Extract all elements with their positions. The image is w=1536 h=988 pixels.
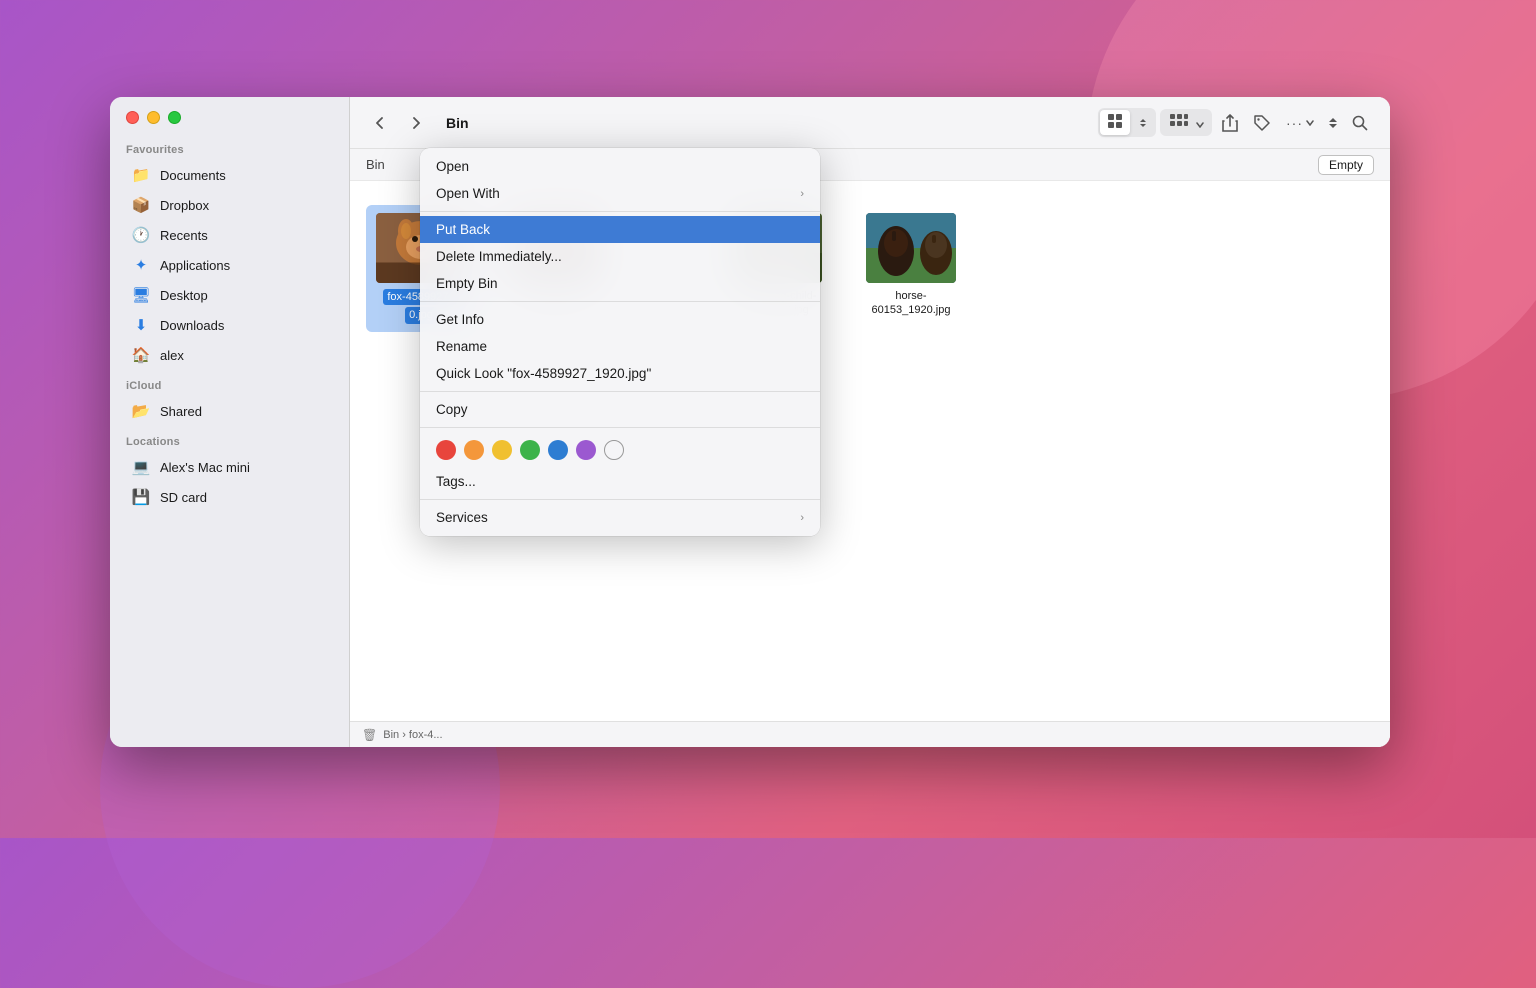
ctx-colors	[420, 432, 820, 468]
more-button[interactable]: ···	[1280, 109, 1320, 137]
sidebar-item-shared[interactable]: 📂 Shared	[116, 397, 343, 425]
desktop-icon: 🖥	[132, 286, 150, 304]
file-name: horse-60153_1920.jpg	[864, 289, 958, 318]
home-icon: 🏠	[132, 346, 150, 364]
window-title: Bin	[446, 115, 469, 131]
separator	[420, 301, 820, 302]
ctx-quick-look[interactable]: Quick Look "fox-4589927_1920.jpg"	[420, 360, 820, 387]
locations-header: Locations	[110, 426, 349, 452]
sidebar-item-dropbox[interactable]: 📦 Dropbox	[116, 191, 343, 219]
sidebar-item-sd-card[interactable]: 💾 SD card	[116, 483, 343, 511]
group-dropdown-button[interactable]	[1194, 112, 1206, 134]
color-yellow[interactable]	[492, 440, 512, 460]
computer-icon: 💻	[132, 458, 150, 476]
trash-icon: 🗑	[362, 728, 377, 742]
fullscreen-button[interactable]	[168, 111, 181, 124]
toolbar: Bin	[350, 97, 1390, 149]
search-button[interactable]	[1346, 109, 1374, 137]
sidebar-item-label: alex	[160, 348, 184, 363]
separator	[420, 391, 820, 392]
icloud-header: iCloud	[110, 370, 349, 396]
recents-icon: 🕐	[132, 226, 150, 244]
empty-button[interactable]: Empty	[1318, 155, 1374, 175]
forward-button[interactable]	[402, 109, 430, 137]
color-red[interactable]	[436, 440, 456, 460]
downloads-icon: ⬇	[132, 316, 150, 334]
close-button[interactable]	[126, 111, 139, 124]
ctx-tags[interactable]: Tags...	[420, 468, 820, 495]
chevron-right-icon: ›	[800, 512, 804, 524]
ctx-rename[interactable]: Rename	[420, 333, 820, 360]
dropbox-icon: 📦	[132, 196, 150, 214]
ctx-copy[interactable]: Copy	[420, 396, 820, 423]
ctx-delete-immediately[interactable]: Delete Immediately...	[420, 243, 820, 270]
sidebar-item-home[interactable]: 🏠 alex	[116, 341, 343, 369]
sidebar-item-label: Downloads	[160, 318, 224, 333]
toolbar-right: ···	[1098, 108, 1374, 137]
sidebar-item-desktop[interactable]: 🖥 Desktop	[116, 281, 343, 309]
ctx-open-with[interactable]: Open With ›	[420, 180, 820, 207]
view-toggle	[1098, 108, 1156, 137]
separator	[420, 211, 820, 212]
ctx-services[interactable]: Services ›	[420, 504, 820, 531]
applications-icon: ✦	[132, 256, 150, 274]
sidebar: Favourites 📁 Documents 📦 Dropbox 🕐 Recen…	[110, 97, 350, 747]
file-thumbnail-horse-field	[866, 213, 956, 283]
ctx-put-back[interactable]: Put Back	[420, 216, 820, 243]
sort-view-button[interactable]	[1132, 112, 1154, 134]
sidebar-item-label: Alex's Mac mini	[160, 460, 250, 475]
sidebar-item-downloads[interactable]: ⬇ Downloads	[116, 311, 343, 339]
color-blue[interactable]	[548, 440, 568, 460]
status-bar: 🗑 Bin › fox-4...	[350, 721, 1390, 747]
sidebar-item-documents[interactable]: 📁 Documents	[116, 161, 343, 189]
ctx-open[interactable]: Open	[420, 153, 820, 180]
color-none[interactable]	[604, 440, 624, 460]
color-purple[interactable]	[576, 440, 596, 460]
sidebar-item-mac-mini[interactable]: 💻 Alex's Mac mini	[116, 453, 343, 481]
sort-button[interactable]	[1324, 109, 1342, 137]
grid-view-button[interactable]	[1100, 110, 1130, 135]
folder-icon: 📁	[132, 166, 150, 184]
minimize-button[interactable]	[147, 111, 160, 124]
color-green[interactable]	[520, 440, 540, 460]
sidebar-item-label: Dropbox	[160, 198, 209, 213]
ctx-empty-bin[interactable]: Empty Bin	[420, 270, 820, 297]
file-item-horse-field[interactable]: horse-60153_1920.jpg	[856, 205, 966, 332]
shared-icon: 📂	[132, 402, 150, 420]
status-path: Bin › fox-4...	[383, 729, 442, 741]
back-button[interactable]	[366, 109, 394, 137]
color-orange[interactable]	[464, 440, 484, 460]
chevron-right-icon: ›	[800, 188, 804, 200]
share-button[interactable]	[1216, 109, 1244, 137]
traffic-lights	[110, 97, 349, 134]
group-grid-button[interactable]	[1166, 111, 1192, 134]
favourites-header: Favourites	[110, 134, 349, 160]
sidebar-item-recents[interactable]: 🕐 Recents	[116, 221, 343, 249]
current-path: Bin	[366, 157, 385, 172]
separator	[420, 499, 820, 500]
tag-button[interactable]	[1248, 109, 1276, 137]
sidebar-item-label: SD card	[160, 490, 207, 505]
context-menu: Open Open With › Put Back Delete Immedia…	[420, 148, 820, 536]
sidebar-item-label: Recents	[160, 228, 208, 243]
sidebar-item-label: Shared	[160, 404, 202, 419]
group-view-toggle	[1160, 109, 1212, 136]
sidebar-item-label: Desktop	[160, 288, 208, 303]
separator	[420, 427, 820, 428]
sidebar-item-applications[interactable]: ✦ Applications	[116, 251, 343, 279]
sd-card-icon: 💾	[132, 488, 150, 506]
sidebar-item-label: Documents	[160, 168, 226, 183]
ctx-get-info[interactable]: Get Info	[420, 306, 820, 333]
sidebar-item-label: Applications	[160, 258, 230, 273]
